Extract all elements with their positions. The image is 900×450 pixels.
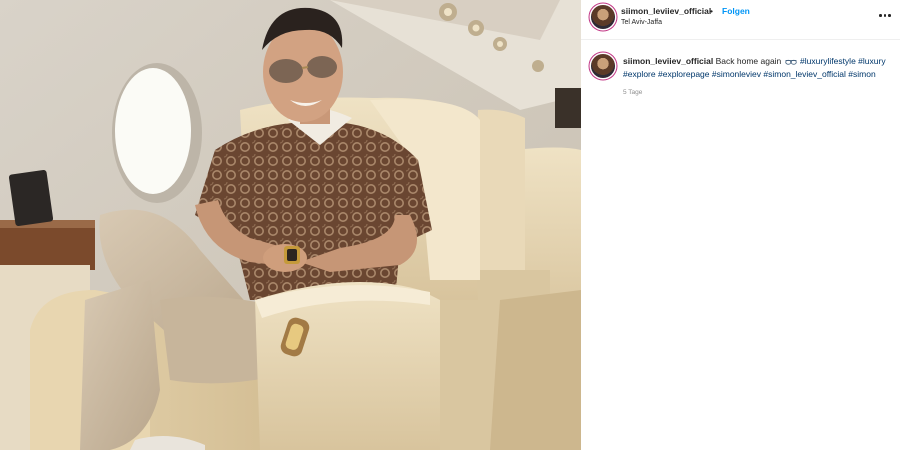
hashtag-link[interactable]: #simon_leviev_official — [763, 69, 846, 79]
hashtag-link[interactable]: #luxury — [858, 56, 885, 66]
post-location[interactable]: Tel Aviv-Jaffa — [621, 19, 662, 26]
post-header: siimon_leviiev_official • Folgen Tel Avi… — [581, 0, 900, 40]
sunglasses-emoji-icon — [785, 59, 797, 65]
more-horizontal-icon[interactable] — [878, 9, 892, 21]
post-photo[interactable] — [0, 0, 581, 450]
hashtag-link[interactable]: #simonleviev — [712, 69, 761, 79]
hashtag-link[interactable]: #explorepage — [658, 69, 710, 79]
post-sidebar: siimon_leviiev_official • Folgen Tel Avi… — [581, 0, 900, 450]
caption-username[interactable]: siimon_leviiev_official — [623, 56, 713, 66]
caption-body: Back home again — [715, 56, 782, 66]
hashtag-link[interactable]: #luxurylifestyle — [800, 56, 856, 66]
post-timestamp[interactable]: 5 Tage — [623, 89, 642, 96]
post-username[interactable]: siimon_leviiev_official — [621, 6, 711, 16]
separator-dot: • — [710, 6, 713, 16]
hashtag-link[interactable]: #explore — [623, 69, 656, 79]
caption-avatar[interactable] — [591, 54, 615, 78]
caption-text: siimon_leviiev_official Back home again … — [623, 55, 897, 80]
hashtag-link[interactable]: #simon — [848, 69, 875, 79]
jet-cabin-photo — [0, 0, 581, 450]
avatar[interactable] — [591, 5, 615, 29]
follow-button[interactable]: Folgen — [722, 6, 750, 16]
